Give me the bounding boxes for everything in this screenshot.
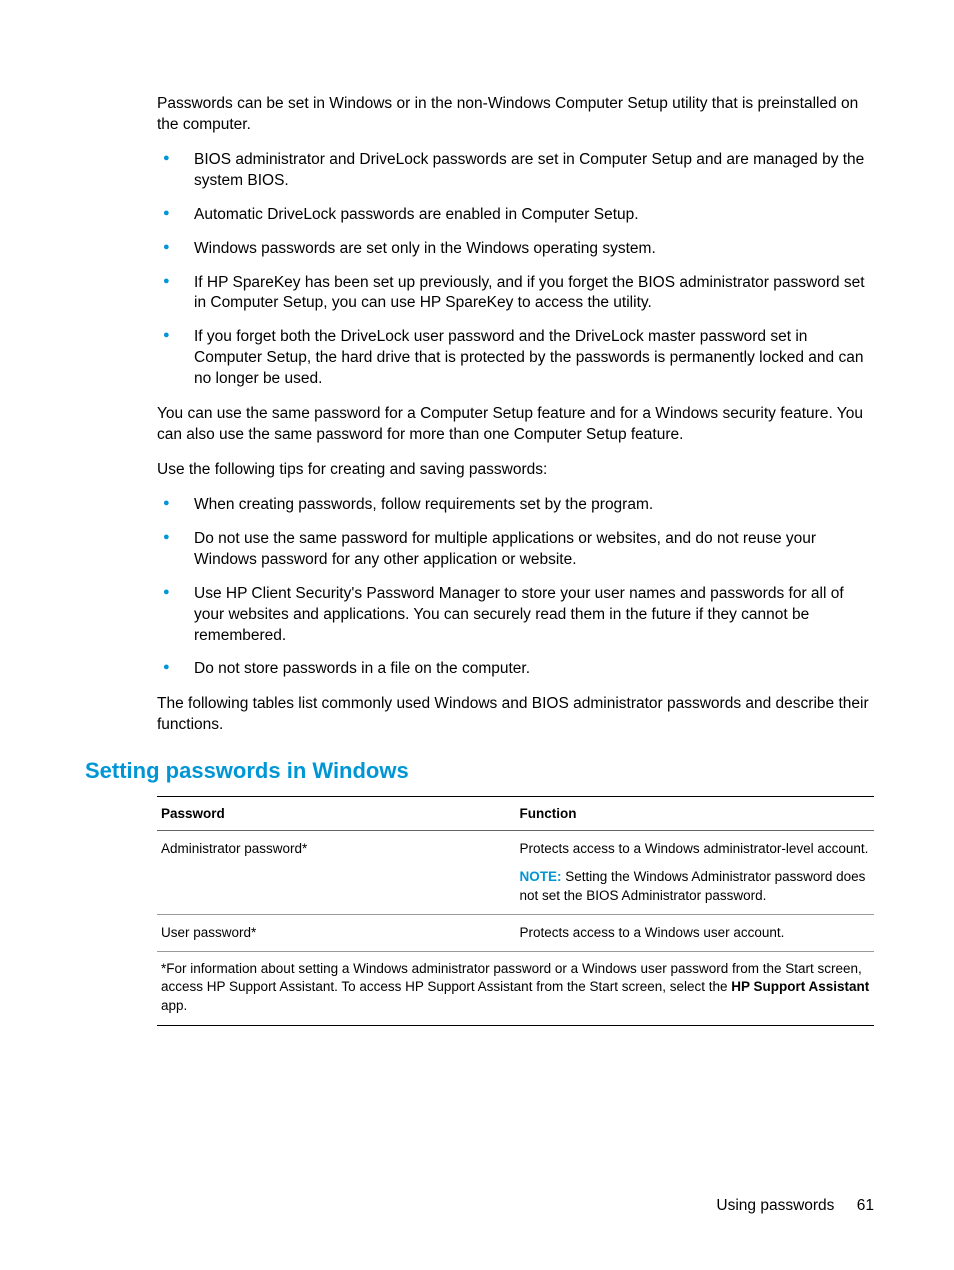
- bullet-list-1: BIOS administrator and DriveLock passwor…: [157, 150, 874, 390]
- body-paragraph: The following tables list commonly used …: [157, 694, 874, 736]
- list-item: If you forget both the DriveLock user pa…: [157, 327, 874, 390]
- table-header: Function: [516, 797, 875, 831]
- table-cell: Administrator password*: [157, 831, 516, 915]
- list-item: Windows passwords are set only in the Wi…: [157, 239, 874, 260]
- body-paragraph: Use the following tips for creating and …: [157, 460, 874, 481]
- bullet-list-2: When creating passwords, follow requirem…: [157, 495, 874, 680]
- table-row: User password* Protects access to a Wind…: [157, 914, 874, 951]
- table-header: Password: [157, 797, 516, 831]
- footnote-text-c: app.: [161, 998, 187, 1013]
- password-table: Password Function Administrator password…: [157, 796, 874, 952]
- footnote-bold: HP Support Assistant: [731, 979, 869, 994]
- list-item: If HP SpareKey has been set up previousl…: [157, 273, 874, 315]
- note-text: Setting the Windows Administrator passwo…: [520, 869, 866, 902]
- list-item: When creating passwords, follow requirem…: [157, 495, 874, 516]
- list-item: BIOS administrator and DriveLock passwor…: [157, 150, 874, 192]
- table-cell: Protects access to a Windows administrat…: [516, 831, 875, 915]
- note-label: NOTE:: [520, 869, 562, 884]
- footer-label: Using passwords: [716, 1197, 834, 1214]
- list-item: Do not store passwords in a file on the …: [157, 659, 874, 680]
- cell-text: Protects access to a Windows administrat…: [520, 840, 871, 858]
- footer: Using passwords 61: [716, 1197, 874, 1215]
- list-item: Use HP Client Security's Password Manage…: [157, 584, 874, 647]
- table-footnote: *For information about setting a Windows…: [157, 952, 874, 1026]
- table-cell: Protects access to a Windows user accoun…: [516, 914, 875, 951]
- list-item: Do not use the same password for multipl…: [157, 529, 874, 571]
- note-block: NOTE: Setting the Windows Administrator …: [520, 868, 871, 904]
- list-item: Automatic DriveLock passwords are enable…: [157, 205, 874, 226]
- password-table-wrap: Password Function Administrator password…: [157, 796, 874, 1026]
- table-row: Administrator password* Protects access …: [157, 831, 874, 915]
- body-paragraph: You can use the same password for a Comp…: [157, 404, 874, 446]
- section-heading: Setting passwords in Windows: [85, 758, 874, 784]
- page-number: 61: [857, 1197, 874, 1214]
- table-cell: User password*: [157, 914, 516, 951]
- intro-paragraph: Passwords can be set in Windows or in th…: [157, 94, 874, 136]
